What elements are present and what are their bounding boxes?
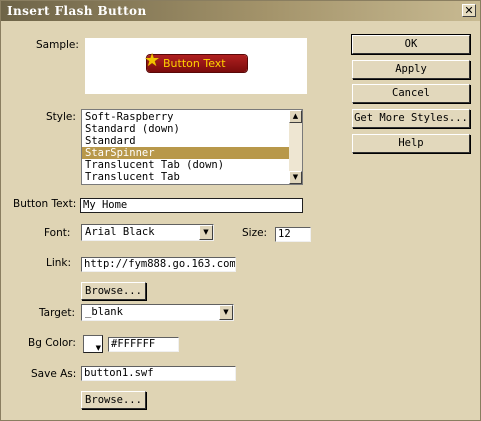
target-dropdown-button[interactable]: ▼ <box>219 305 233 320</box>
style-list-scrollbar[interactable]: ▲ ▼ <box>289 110 302 184</box>
arrow-up-icon: ▲ <box>292 112 299 120</box>
cancel-button[interactable]: Cancel <box>352 84 470 103</box>
help-button[interactable]: Help <box>352 134 470 153</box>
chevron-down-icon: ▼ <box>203 228 209 236</box>
sample-preview: ★ Button Text <box>85 38 307 94</box>
link-browse-button[interactable]: Browse... <box>81 282 146 300</box>
font-select-value: Arial Black <box>85 226 155 238</box>
save-as-label: Save As: <box>31 368 77 380</box>
sample-label: Sample: <box>36 39 79 51</box>
sample-flash-button: ★ Button Text <box>144 50 247 72</box>
chevron-down-icon: ▼ <box>223 308 229 316</box>
close-button[interactable]: ✕ <box>462 4 476 17</box>
scroll-down-button[interactable]: ▼ <box>289 171 302 184</box>
link-label: Link: <box>46 257 72 269</box>
style-item-translucent-tab[interactable]: Translucent Tab <box>84 171 289 183</box>
arrow-down-icon: ▼ <box>292 173 299 181</box>
target-label: Target: <box>39 307 76 319</box>
ok-button[interactable]: OK <box>351 34 471 55</box>
bg-color-input[interactable]: #FFFFFF <box>108 337 179 352</box>
insert-flash-button-dialog: Insert Flash Button ✕ Sample: ★ Button T… <box>0 0 481 421</box>
title-bar[interactable]: Insert Flash Button ✕ <box>1 1 480 21</box>
style-item-soft-raspberry[interactable]: Soft-Raspberry <box>84 111 289 123</box>
button-text-input[interactable]: My Home <box>80 198 303 213</box>
window-title: Insert Flash Button <box>7 4 147 18</box>
style-item-standard-down[interactable]: Standard (down) <box>84 123 289 135</box>
bg-color-label: Bg Color: <box>28 337 76 349</box>
chevron-down-icon: ▼ <box>95 344 101 352</box>
target-select[interactable]: _blank ▼ <box>81 304 234 321</box>
style-item-standard[interactable]: Standard <box>84 135 289 147</box>
link-input[interactable]: http://fym888.go.163.com <box>81 257 236 272</box>
target-select-value: _blank <box>85 306 123 318</box>
style-item-starspinner[interactable]: StarSpinner <box>82 147 289 159</box>
style-listbox[interactable]: Soft-Raspberry Standard (down) Standard … <box>81 109 303 185</box>
save-as-input[interactable]: button1.swf <box>81 366 236 381</box>
save-browse-button[interactable]: Browse... <box>81 391 146 409</box>
scroll-up-button[interactable]: ▲ <box>289 110 302 123</box>
size-input[interactable]: 12 <box>275 227 311 242</box>
star-icon: ★ <box>144 50 161 71</box>
button-text-label: Button Text: <box>13 198 77 210</box>
size-label: Size: <box>242 227 268 239</box>
style-item-translucent-tab-down[interactable]: Translucent Tab (down) <box>84 159 289 171</box>
apply-button[interactable]: Apply <box>352 60 470 79</box>
style-label: Style: <box>46 111 76 123</box>
close-icon: ✕ <box>464 4 474 17</box>
bg-color-swatch[interactable]: ▼ <box>83 335 103 353</box>
get-more-styles-button[interactable]: Get More Styles... <box>352 109 470 128</box>
sample-button-text: Button Text <box>163 57 226 70</box>
font-label: Font: <box>44 227 71 239</box>
font-dropdown-button[interactable]: ▼ <box>199 225 213 240</box>
font-select[interactable]: Arial Black ▼ <box>81 224 214 241</box>
